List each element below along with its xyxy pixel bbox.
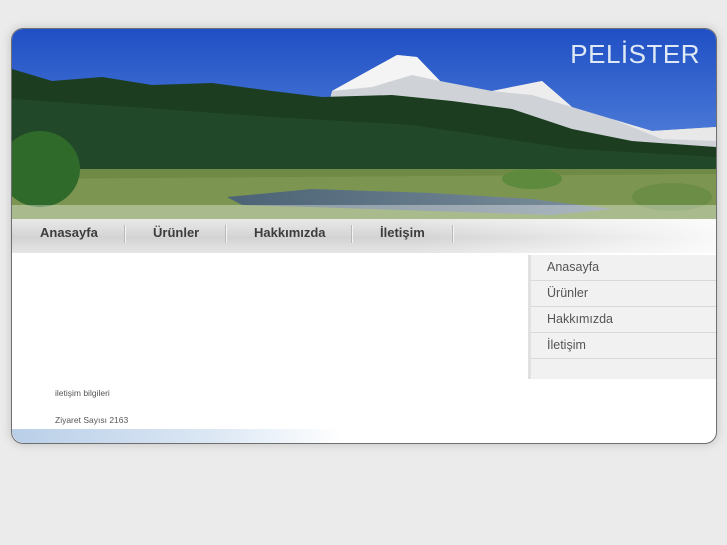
sidebar-item-contact[interactable]: İletişim xyxy=(531,333,716,359)
footer-stripe xyxy=(12,429,342,443)
nav-divider xyxy=(351,225,353,243)
visitor-counter: Ziyaret Sayısı 2163 xyxy=(55,415,129,425)
sidebar-item-about[interactable]: Hakkımızda xyxy=(531,307,716,333)
topnav-home-link[interactable]: Anasayfa xyxy=(40,219,98,253)
nav-divider xyxy=(124,225,126,243)
topnav-contact-link[interactable]: İletişim xyxy=(380,219,425,253)
sidebar-item-home[interactable]: Anasayfa xyxy=(531,255,716,281)
topnav-about-link[interactable]: Hakkımızda xyxy=(254,219,326,253)
page-frame: PELİSTER Anasayfa Ürünler Hakkımızda İle… xyxy=(11,28,717,444)
topnav-products-link[interactable]: Ürünler xyxy=(153,219,199,253)
header-banner: PELİSTER xyxy=(12,29,716,219)
nav-divider xyxy=(225,225,227,243)
site-title: PELİSTER xyxy=(570,39,700,69)
top-navigation: Anasayfa Ürünler Hakkımızda İletişim xyxy=(12,219,716,253)
sidebar-item-products[interactable]: Ürünler xyxy=(531,281,716,307)
contact-info-link[interactable]: iletişim bilgileri xyxy=(55,388,110,398)
sidebar-menu: Anasayfa Ürünler Hakkımızda İletişim xyxy=(528,255,716,379)
nav-divider xyxy=(452,225,454,243)
